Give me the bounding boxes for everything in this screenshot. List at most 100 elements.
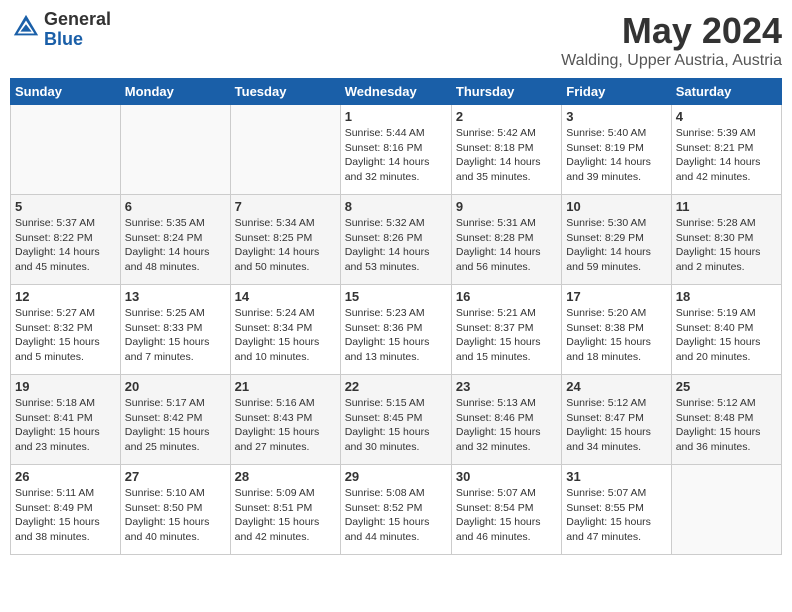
day-number: 15 (345, 289, 447, 304)
day-number: 17 (566, 289, 666, 304)
day-number: 31 (566, 469, 666, 484)
calendar-cell: 27 Sunrise: 5:10 AMSunset: 8:50 PMDayligh… (120, 465, 230, 555)
day-info: Sunrise: 5:31 AMSunset: 8:28 PMDaylight:… (456, 216, 557, 275)
calendar-cell: 18 Sunrise: 5:19 AMSunset: 8:40 PMDayligh… (671, 285, 781, 375)
calendar-cell: 15 Sunrise: 5:23 AMSunset: 8:36 PMDayligh… (340, 285, 451, 375)
calendar-cell: 26Sunrise: 5:11 AMSunset: 8:49 PMDayligh… (11, 465, 121, 555)
calendar-cell (230, 105, 340, 195)
month-title: May 2024 (561, 10, 782, 52)
calendar-cell: 13 Sunrise: 5:25 AMSunset: 8:33 PMDayligh… (120, 285, 230, 375)
day-number: 27 (125, 469, 226, 484)
calendar-cell: 17 Sunrise: 5:20 AMSunset: 8:38 PMDayligh… (562, 285, 671, 375)
day-number: 30 (456, 469, 557, 484)
day-number: 13 (125, 289, 226, 304)
day-number: 18 (676, 289, 777, 304)
day-number: 19 (15, 379, 116, 394)
day-info: Sunrise: 5:19 AMSunset: 8:40 PMDaylight:… (676, 306, 777, 365)
calendar-cell: 7Sunrise: 5:34 AMSunset: 8:25 PMDaylight… (230, 195, 340, 285)
calendar-cell: 30 Sunrise: 5:07 AMSunset: 8:54 PMDayligh… (451, 465, 561, 555)
day-number: 7 (235, 199, 336, 214)
day-info: Sunrise: 5:44 AMSunset: 8:16 PMDaylight:… (345, 126, 447, 185)
logo-blue: Blue (44, 29, 83, 49)
day-info: Sunrise: 5:24 AMSunset: 8:34 PMDaylight:… (235, 306, 336, 365)
day-header-saturday: Saturday (671, 79, 781, 105)
day-info: Sunrise: 5:07 AMSunset: 8:54 PMDaylight:… (456, 486, 557, 545)
location: Walding, Upper Austria, Austria (561, 52, 782, 70)
calendar-cell: 4 Sunrise: 5:39 AMSunset: 8:21 PMDaylight… (671, 105, 781, 195)
day-number: 22 (345, 379, 447, 394)
day-info: Sunrise: 5:07 AMSunset: 8:55 PMDaylight:… (566, 486, 666, 545)
calendar-cell: 28 Sunrise: 5:09 AMSunset: 8:51 PMDayligh… (230, 465, 340, 555)
day-info: Sunrise: 5:39 AMSunset: 8:21 PMDaylight:… (676, 126, 777, 185)
day-header-tuesday: Tuesday (230, 79, 340, 105)
day-info: Sunrise: 5:08 AMSunset: 8:52 PMDaylight:… (345, 486, 447, 545)
calendar-cell: 29Sunrise: 5:08 AMSunset: 8:52 PMDayligh… (340, 465, 451, 555)
day-number: 10 (566, 199, 666, 214)
week-row-4: 19 Sunrise: 5:18 AMSunset: 8:41 PMDayligh… (11, 375, 782, 465)
day-info: Sunrise: 5:20 AMSunset: 8:38 PMDaylight:… (566, 306, 666, 365)
day-number: 12 (15, 289, 116, 304)
day-number: 6 (125, 199, 226, 214)
calendar-cell: 22Sunrise: 5:15 AMSunset: 8:45 PMDayligh… (340, 375, 451, 465)
calendar-cell: 23Sunrise: 5:13 AMSunset: 8:46 PMDayligh… (451, 375, 561, 465)
day-info: Sunrise: 5:17 AMSunset: 8:42 PMDaylight:… (125, 396, 226, 455)
day-number: 11 (676, 199, 777, 214)
day-info: Sunrise: 5:09 AMSunset: 8:51 PMDaylight:… (235, 486, 336, 545)
day-number: 14 (235, 289, 336, 304)
day-info: Sunrise: 5:16 AMSunset: 8:43 PMDaylight:… (235, 396, 336, 455)
calendar-cell: 6 Sunrise: 5:35 AMSunset: 8:24 PMDaylight… (120, 195, 230, 285)
logo: General Blue (10, 10, 111, 50)
day-info: Sunrise: 5:25 AMSunset: 8:33 PMDaylight:… (125, 306, 226, 365)
day-info: Sunrise: 5:12 AMSunset: 8:47 PMDaylight:… (566, 396, 666, 455)
week-row-3: 12Sunrise: 5:27 AMSunset: 8:32 PMDayligh… (11, 285, 782, 375)
day-number: 1 (345, 109, 447, 124)
calendar-cell: 14 Sunrise: 5:24 AMSunset: 8:34 PMDayligh… (230, 285, 340, 375)
day-info: Sunrise: 5:42 AMSunset: 8:18 PMDaylight:… (456, 126, 557, 185)
day-info: Sunrise: 5:28 AMSunset: 8:30 PMDaylight:… (676, 216, 777, 275)
day-number: 21 (235, 379, 336, 394)
calendar-cell: 21 Sunrise: 5:16 AMSunset: 8:43 PMDayligh… (230, 375, 340, 465)
day-number: 4 (676, 109, 777, 124)
day-number: 24 (566, 379, 666, 394)
day-number: 9 (456, 199, 557, 214)
day-info: Sunrise: 5:18 AMSunset: 8:41 PMDaylight:… (15, 396, 116, 455)
page-header: General Blue May 2024 Walding, Upper Aus… (10, 10, 782, 70)
calendar-cell: 20 Sunrise: 5:17 AMSunset: 8:42 PMDayligh… (120, 375, 230, 465)
day-header-friday: Friday (562, 79, 671, 105)
calendar-cell (11, 105, 121, 195)
calendar-table: SundayMondayTuesdayWednesdayThursdayFrid… (10, 78, 782, 555)
day-number: 5 (15, 199, 116, 214)
calendar-cell: 3 Sunrise: 5:40 AMSunset: 8:19 PMDaylight… (562, 105, 671, 195)
day-number: 3 (566, 109, 666, 124)
calendar-cell: 24 Sunrise: 5:12 AMSunset: 8:47 PMDayligh… (562, 375, 671, 465)
calendar-cell: 19 Sunrise: 5:18 AMSunset: 8:41 PMDayligh… (11, 375, 121, 465)
calendar-cell: 9 Sunrise: 5:31 AMSunset: 8:28 PMDaylight… (451, 195, 561, 285)
calendar-cell (120, 105, 230, 195)
header-row: SundayMondayTuesdayWednesdayThursdayFrid… (11, 79, 782, 105)
day-number: 16 (456, 289, 557, 304)
day-number: 2 (456, 109, 557, 124)
day-number: 25 (676, 379, 777, 394)
week-row-1: 1 Sunrise: 5:44 AMSunset: 8:16 PMDaylight… (11, 105, 782, 195)
day-number: 8 (345, 199, 447, 214)
day-info: Sunrise: 5:12 AMSunset: 8:48 PMDaylight:… (676, 396, 777, 455)
day-info: Sunrise: 5:40 AMSunset: 8:19 PMDaylight:… (566, 126, 666, 185)
calendar-cell: 8 Sunrise: 5:32 AMSunset: 8:26 PMDaylight… (340, 195, 451, 285)
day-info: Sunrise: 5:30 AMSunset: 8:29 PMDaylight:… (566, 216, 666, 275)
day-info: Sunrise: 5:37 AMSunset: 8:22 PMDaylight:… (15, 216, 116, 275)
calendar-cell: 16Sunrise: 5:21 AMSunset: 8:37 PMDayligh… (451, 285, 561, 375)
day-header-thursday: Thursday (451, 79, 561, 105)
logo-general: General (44, 9, 111, 29)
day-number: 28 (235, 469, 336, 484)
calendar-cell: 2 Sunrise: 5:42 AMSunset: 8:18 PMDaylight… (451, 105, 561, 195)
day-info: Sunrise: 5:10 AMSunset: 8:50 PMDaylight:… (125, 486, 226, 545)
day-header-sunday: Sunday (11, 79, 121, 105)
calendar-cell: 25 Sunrise: 5:12 AMSunset: 8:48 PMDayligh… (671, 375, 781, 465)
day-info: Sunrise: 5:35 AMSunset: 8:24 PMDaylight:… (125, 216, 226, 275)
day-info: Sunrise: 5:23 AMSunset: 8:36 PMDaylight:… (345, 306, 447, 365)
title-area: May 2024 Walding, Upper Austria, Austria (561, 10, 782, 70)
day-number: 20 (125, 379, 226, 394)
day-header-wednesday: Wednesday (340, 79, 451, 105)
calendar-cell: 1 Sunrise: 5:44 AMSunset: 8:16 PMDaylight… (340, 105, 451, 195)
day-info: Sunrise: 5:32 AMSunset: 8:26 PMDaylight:… (345, 216, 447, 275)
